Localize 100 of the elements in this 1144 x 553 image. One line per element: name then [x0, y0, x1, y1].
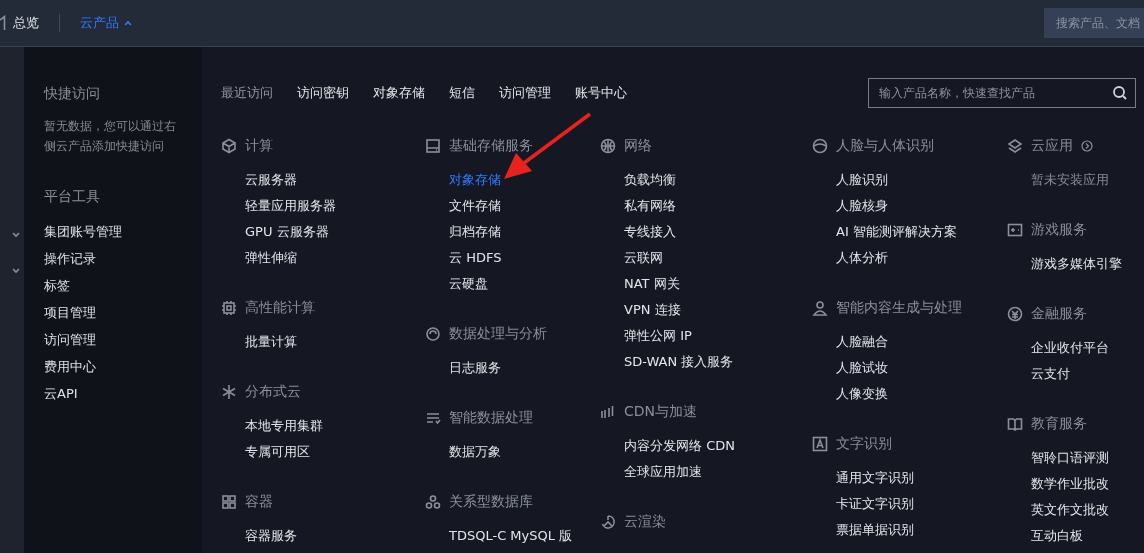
recent-link[interactable]: 对象存储	[373, 84, 425, 102]
product-link[interactable]: GPU 云服务器	[245, 219, 329, 245]
product-link[interactable]: 数据万象	[449, 439, 501, 465]
drive-icon	[425, 138, 441, 154]
product-link[interactable]: 人脸试妆	[836, 355, 888, 381]
product-link[interactable]: 人脸核身	[836, 193, 888, 219]
product-link[interactable]: VPN 连接	[624, 297, 681, 323]
product-link[interactable]: 对象存储	[449, 167, 501, 193]
product-link[interactable]: 私有网络	[624, 193, 676, 219]
product-link[interactable]: 文件存储	[449, 193, 501, 219]
circles-icon	[425, 494, 441, 510]
globe-icon	[600, 138, 616, 154]
category-title: CDN与加速	[624, 403, 698, 421]
chevron-down-icon	[12, 231, 20, 239]
layers-icon	[1007, 138, 1023, 154]
product-link[interactable]: 卡证文字识别	[836, 491, 914, 517]
category-title: 计算	[245, 137, 273, 155]
recent-link[interactable]: 访问管理	[499, 84, 551, 102]
product-link[interactable]: 云硬盘	[449, 271, 488, 297]
tool-link[interactable]: 集团账号管理	[44, 218, 122, 245]
category-title: 网络	[624, 137, 652, 155]
product-link[interactable]: 云 HDFS	[449, 245, 502, 271]
product-link[interactable]: 人脸融合	[836, 329, 888, 355]
product-search-field[interactable]: 输入产品名称，快速查找产品	[868, 78, 1136, 108]
grid-icon	[221, 494, 237, 510]
product-link[interactable]: 数学作业批改	[1031, 471, 1109, 497]
product-link[interactable]: 互动白板	[1031, 523, 1083, 549]
tool-link[interactable]: 访问管理	[44, 326, 96, 353]
chip-icon	[221, 300, 237, 316]
category-title: 云应用	[1031, 137, 1073, 155]
product-link[interactable]: NAT 网关	[624, 271, 680, 297]
recent-link[interactable]: 访问密钥	[297, 84, 349, 102]
caret-up-icon	[124, 19, 132, 27]
product-link[interactable]: 票据单据识别	[836, 517, 914, 543]
asterisk-icon	[221, 384, 237, 400]
category-title: 文字识别	[836, 435, 892, 453]
product-link[interactable]: 通用文字识别	[836, 465, 914, 491]
chevron-circle-icon	[1081, 140, 1093, 152]
product-link[interactable]: 负载均衡	[624, 167, 676, 193]
chevron-down-icon	[12, 267, 20, 275]
tool-link[interactable]: 项目管理	[44, 299, 96, 326]
product-link[interactable]: 轻量应用服务器	[245, 193, 336, 219]
product-link[interactable]: 人像变换	[836, 381, 888, 407]
product-link[interactable]: 英文作文批改	[1031, 497, 1109, 523]
product-link[interactable]: 归档存储	[449, 219, 501, 245]
nav-tab[interactable]: 云产品	[80, 14, 132, 32]
product-link[interactable]: 专线接入	[624, 219, 676, 245]
category-title: 容器	[245, 493, 273, 511]
tool-link[interactable]: 标签	[44, 272, 70, 299]
product-link[interactable]: 人体分析	[836, 245, 888, 271]
category-title: 人脸与人体识别	[836, 137, 934, 155]
empty-text: 暂未安装应用	[1030, 171, 1110, 189]
tool-link[interactable]: 操作记录	[44, 245, 96, 272]
tool-link[interactable]: 云API	[44, 380, 78, 407]
cube-icon	[221, 138, 237, 154]
product-link[interactable]: SD-WAN 接入服务	[624, 349, 734, 375]
face-icon	[812, 138, 828, 154]
category-title: 智能数据处理	[449, 409, 533, 427]
product-link[interactable]: 本地专用集群	[245, 413, 323, 439]
recent-link[interactable]: 短信	[449, 84, 475, 102]
swirl-icon	[425, 326, 441, 342]
product-link[interactable]: 人脸识别	[836, 167, 888, 193]
product-link[interactable]: 企业收付平台	[1031, 335, 1109, 361]
product-link[interactable]: 弹性公网 IP	[624, 323, 692, 349]
product-link[interactable]: AI 智能测评解决方案	[836, 219, 957, 245]
person-icon	[812, 300, 828, 316]
recent-link[interactable]: 账号中心	[575, 84, 627, 102]
product-link[interactable]: 日志服务	[449, 355, 501, 381]
product-link[interactable]: TDSQL-C MySQL 版	[449, 523, 573, 549]
product-link[interactable]: 弹性伸缩	[245, 245, 297, 271]
product-link[interactable]: 云联网	[624, 245, 663, 271]
category-title: 教育服务	[1031, 415, 1087, 433]
signal-icon	[600, 404, 616, 420]
category-title: 游戏服务	[1031, 221, 1087, 239]
search-icon	[1112, 85, 1128, 101]
category-title: 智能内容生成与处理	[836, 299, 962, 317]
swirl-icon	[600, 514, 616, 530]
product-link[interactable]: 内容分发网络 CDN	[624, 433, 735, 459]
category-title: 云渲染	[624, 513, 666, 531]
screen-icon	[1007, 222, 1023, 238]
list-icon	[425, 410, 441, 426]
tool-link[interactable]: 费用中心	[44, 353, 96, 380]
product-link[interactable]: 智聆口语评测	[1031, 445, 1109, 471]
nav-tab[interactable]: 总览	[13, 14, 39, 32]
recent-label: 最近访问	[221, 84, 273, 102]
product-link[interactable]: 容器服务	[245, 523, 297, 549]
category-title: 金融服务	[1031, 305, 1087, 323]
product-link[interactable]: 云支付	[1031, 361, 1070, 387]
product-link[interactable]: 批量计算	[245, 329, 297, 355]
product-link[interactable]: 专属可用区	[245, 439, 310, 465]
book-icon	[1007, 416, 1023, 432]
product-link[interactable]: 云服务器	[245, 167, 297, 193]
text-scan-icon	[812, 436, 828, 452]
product-link[interactable]: 游戏多媒体引擎	[1031, 251, 1122, 277]
search-field[interactable]: 搜索产品、文档	[1044, 8, 1144, 38]
section-title: 平台工具	[44, 187, 101, 206]
category-title: 基础存储服务	[449, 137, 533, 155]
category-title: 关系型数据库	[449, 493, 533, 511]
empty-text: 暂无数据，您可以通过右侧云产品添加快捷访问	[44, 118, 177, 155]
product-link[interactable]: 全球应用加速	[624, 459, 702, 485]
